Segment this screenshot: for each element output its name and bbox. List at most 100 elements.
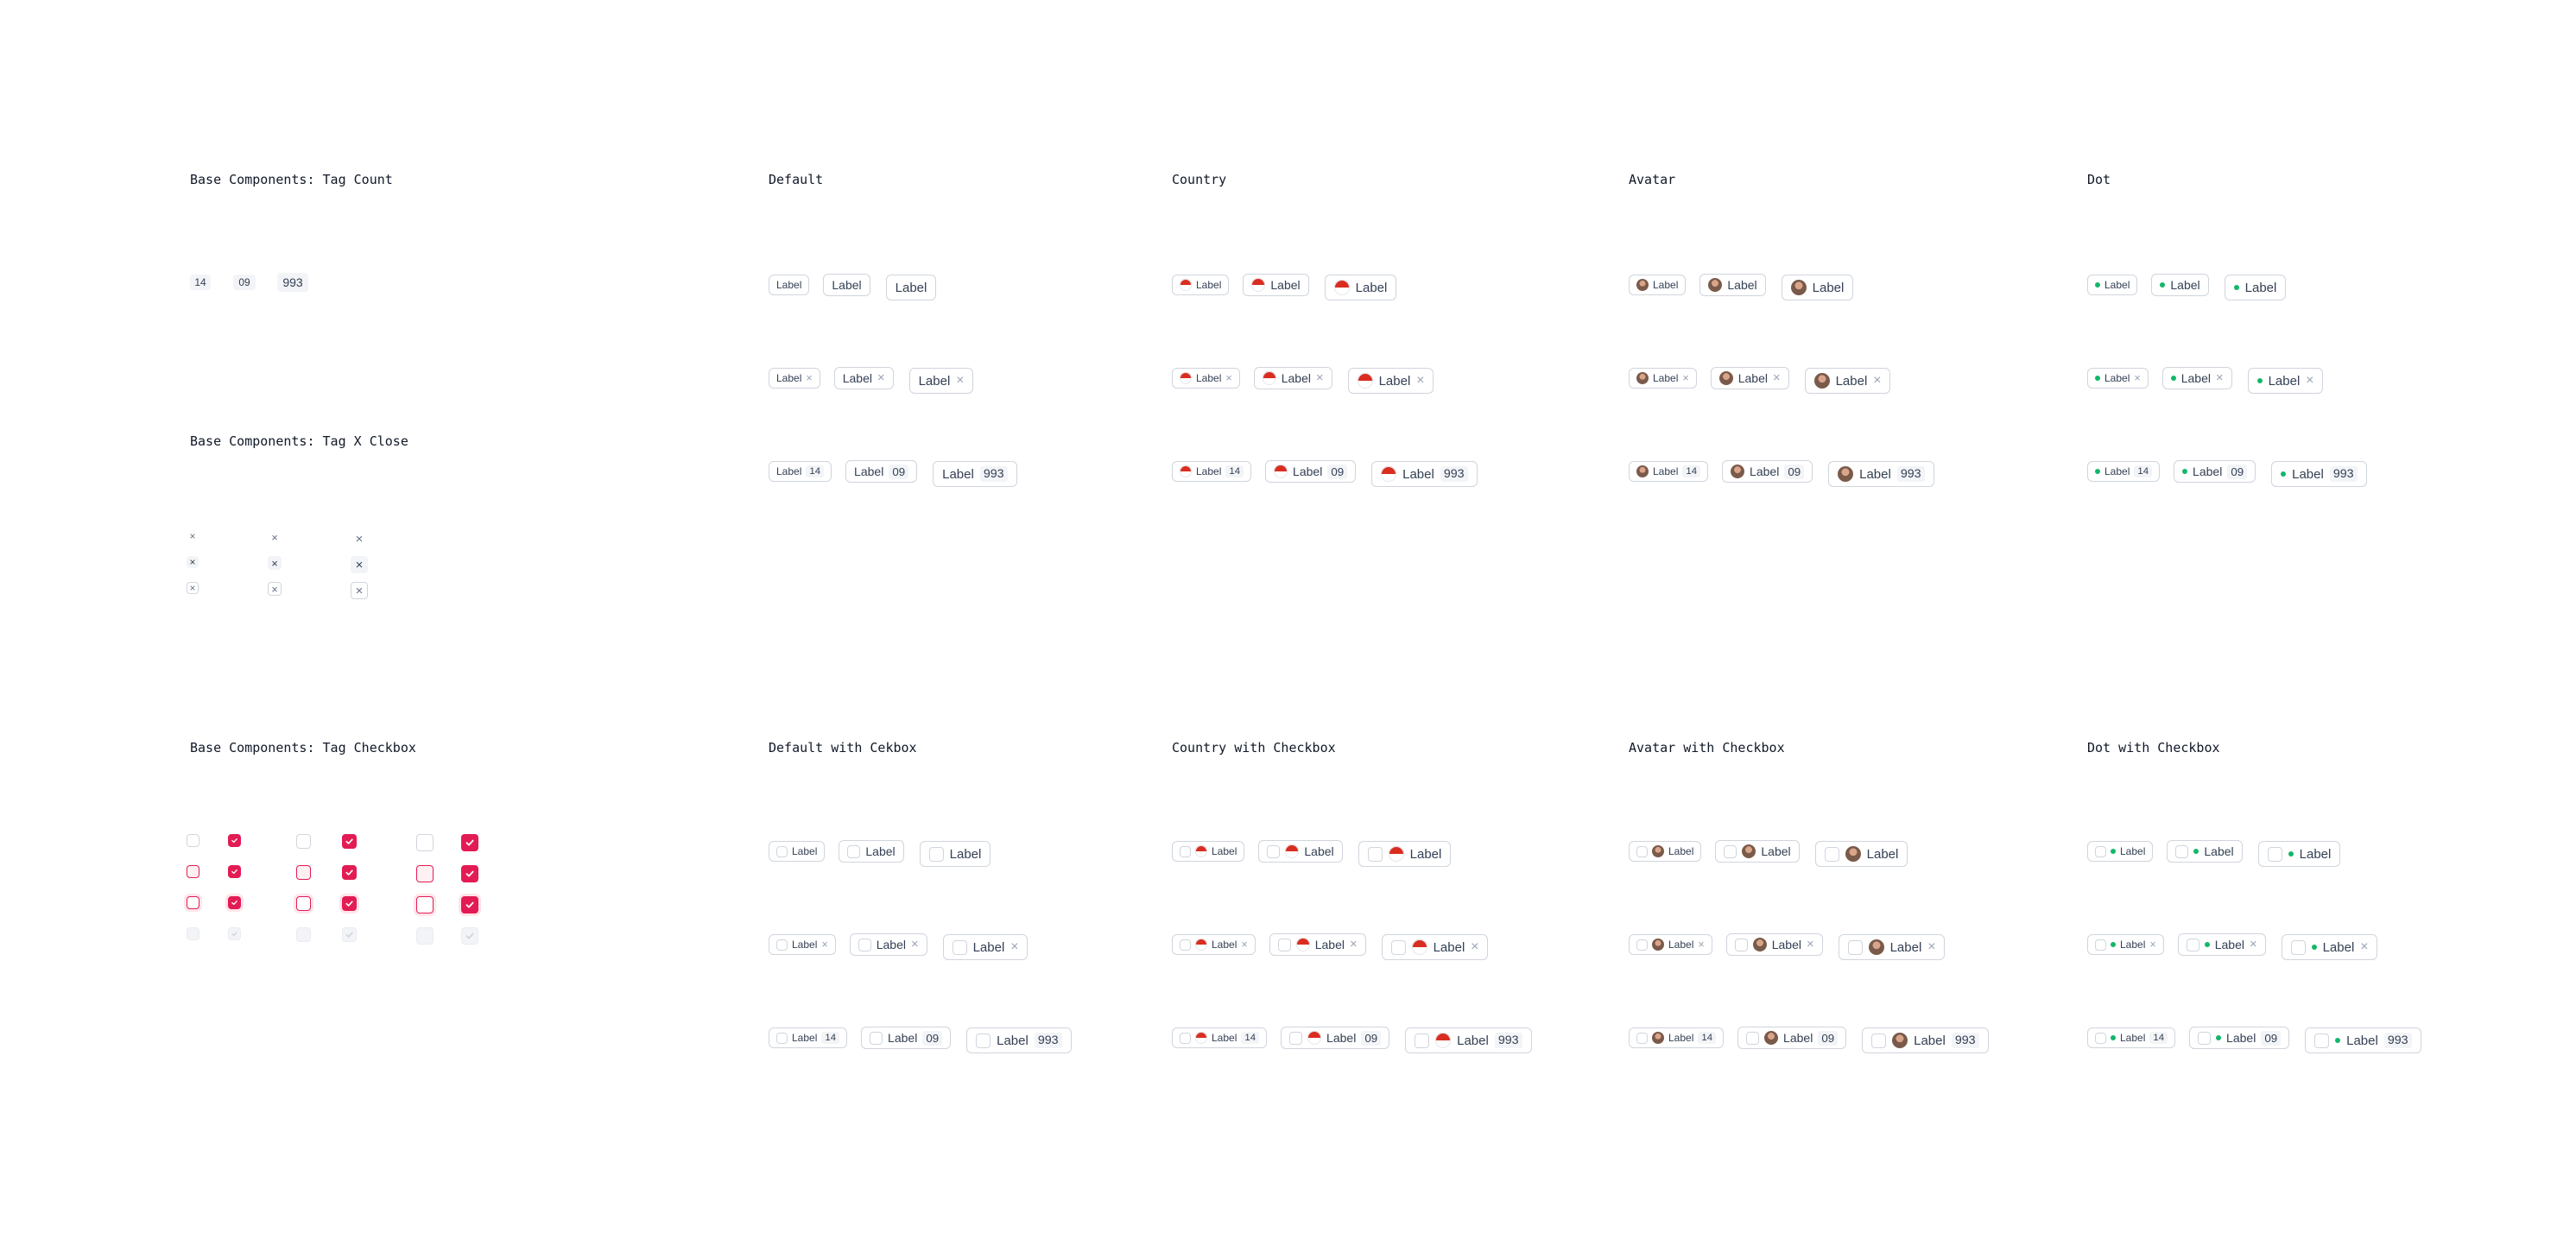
tag-dot-lg-none[interactable]: Label <box>2224 275 2287 300</box>
checkbox-unchecked[interactable] <box>187 865 199 878</box>
tag-country-cb-sm-count[interactable]: Label 14 <box>1172 1027 1268 1048</box>
tag-checkbox[interactable] <box>1180 845 1191 857</box>
tag-checkbox[interactable] <box>976 1033 991 1048</box>
close-icon[interactable]: × <box>1225 373 1231 384</box>
tag-country-cb-lg-none[interactable]: Label <box>1358 841 1452 867</box>
close-icon[interactable]: × <box>1682 373 1688 384</box>
close-icon[interactable]: × <box>1698 939 1704 951</box>
close-icon[interactable]: × <box>351 530 368 547</box>
tag-country-sm-close[interactable]: Label × <box>1172 368 1240 389</box>
tag-avatar-cb-md-count[interactable]: Label 09 <box>1737 1027 1847 1049</box>
tag-checkbox[interactable] <box>2095 1032 2106 1044</box>
tag-dot-lg-count[interactable]: Label 993 <box>2271 461 2367 487</box>
checkbox-checked[interactable] <box>461 834 478 851</box>
tag-checkbox[interactable] <box>2175 844 2189 858</box>
tag-country-cb-sm-close[interactable]: Label × <box>1172 934 1256 955</box>
tag-country-cb-md-none[interactable]: Label <box>1258 840 1343 863</box>
close-icon[interactable]: × <box>1316 371 1324 385</box>
tag-dot-cb-lg-close[interactable]: Label × <box>2281 934 2378 960</box>
tag-default-lg-close[interactable]: Label × <box>908 368 974 394</box>
close-icon[interactable]: × <box>351 582 368 599</box>
tag-checkbox[interactable] <box>1180 939 1191 951</box>
tag-dot-cb-lg-none[interactable]: Label <box>2257 841 2341 867</box>
tag-default-cb-sm-count[interactable]: Label 14 <box>769 1027 848 1048</box>
tag-avatar-cb-lg-count[interactable]: Label 993 <box>1862 1027 1989 1053</box>
tag-checkbox[interactable] <box>2095 939 2106 951</box>
tag-avatar-lg-count[interactable]: Label 993 <box>1828 461 1934 487</box>
checkbox-checked[interactable] <box>461 896 478 913</box>
checkbox-checked[interactable] <box>342 927 357 942</box>
tag-dot-md-none[interactable]: Label <box>2151 274 2209 296</box>
tag-avatar-lg-none[interactable]: Label <box>1781 275 1854 300</box>
tag-default-lg-count[interactable]: Label 993 <box>933 461 1017 487</box>
close-icon[interactable]: × <box>1416 374 1424 388</box>
close-icon[interactable]: × <box>1010 940 1018 954</box>
tag-country-md-none[interactable]: Label <box>1243 274 1309 296</box>
tag-avatar-sm-close[interactable]: Label × <box>1629 368 1697 389</box>
close-icon[interactable]: × <box>2149 939 2155 951</box>
checkbox-checked[interactable] <box>228 865 241 878</box>
tag-default-sm-count[interactable]: Label 14 <box>769 461 832 482</box>
tag-checkbox[interactable] <box>1746 1031 1760 1045</box>
tag-dot-md-count[interactable]: Label 09 <box>2174 460 2256 483</box>
tag-avatar-sm-none[interactable]: Label <box>1629 275 1687 295</box>
tag-dot-cb-lg-count[interactable]: Label 993 <box>2305 1027 2421 1053</box>
tag-checkbox[interactable] <box>2095 845 2106 857</box>
tag-default-cb-lg-close[interactable]: Label × <box>942 934 1029 960</box>
tag-checkbox[interactable] <box>1824 846 1839 862</box>
close-icon[interactable]: × <box>911 938 919 951</box>
checkbox-unchecked[interactable] <box>416 896 434 913</box>
tag-checkbox[interactable] <box>2198 1031 2212 1045</box>
tag-country-cb-md-count[interactable]: Label 09 <box>1281 1027 1390 1049</box>
tag-country-md-close[interactable]: Label × <box>1253 367 1332 389</box>
tag-country-lg-close[interactable]: Label × <box>1347 368 1434 394</box>
tag-country-cb-sm-none[interactable]: Label <box>1172 841 1245 862</box>
tag-checkbox[interactable] <box>1636 939 1648 951</box>
tag-checkbox[interactable] <box>928 846 944 862</box>
close-icon[interactable]: × <box>956 374 964 388</box>
tag-checkbox[interactable] <box>776 939 788 951</box>
close-icon[interactable]: × <box>2360 940 2368 954</box>
tag-avatar-cb-sm-none[interactable]: Label <box>1629 841 1702 862</box>
tag-checkbox[interactable] <box>870 1031 883 1045</box>
tag-avatar-cb-md-close[interactable]: Label × <box>1725 933 1823 956</box>
close-icon[interactable]: × <box>187 556 199 568</box>
tag-avatar-sm-count[interactable]: Label 14 <box>1629 461 1709 482</box>
checkbox-unchecked[interactable] <box>187 896 199 909</box>
tag-avatar-md-count[interactable]: Label 09 <box>1722 460 1813 483</box>
tag-country-md-count[interactable]: Label 09 <box>1265 460 1357 483</box>
tag-checkbox[interactable] <box>1636 845 1648 857</box>
tag-avatar-cb-lg-none[interactable]: Label <box>1814 841 1908 867</box>
tag-default-lg-none[interactable]: Label <box>885 275 937 300</box>
close-icon[interactable]: × <box>351 556 368 573</box>
tag-checkbox[interactable] <box>1277 938 1291 951</box>
tag-checkbox[interactable] <box>847 844 861 858</box>
checkbox-unchecked[interactable] <box>296 927 311 942</box>
checkbox-unchecked[interactable] <box>187 834 199 847</box>
tag-default-md-count[interactable]: Label 09 <box>845 460 918 483</box>
close-icon[interactable]: × <box>268 530 282 544</box>
close-icon[interactable]: × <box>1471 940 1478 954</box>
tag-country-cb-lg-close[interactable]: Label × <box>1381 934 1489 960</box>
close-icon[interactable]: × <box>1873 374 1881 388</box>
close-icon[interactable]: × <box>2306 374 2313 388</box>
tag-dot-sm-count[interactable]: Label 14 <box>2087 461 2161 482</box>
tag-avatar-cb-md-none[interactable]: Label <box>1715 840 1800 863</box>
tag-default-sm-none[interactable]: Label <box>769 275 810 295</box>
tag-checkbox[interactable] <box>776 1032 788 1044</box>
tag-default-cb-md-count[interactable]: Label 09 <box>861 1027 952 1049</box>
tag-dot-cb-sm-count[interactable]: Label 14 <box>2087 1027 2176 1048</box>
tag-dot-cb-sm-close[interactable]: Label × <box>2087 934 2164 955</box>
close-icon[interactable]: × <box>2134 373 2140 384</box>
tag-default-cb-md-close[interactable]: Label × <box>849 933 927 956</box>
checkbox-checked[interactable] <box>342 865 357 880</box>
tag-default-cb-md-none[interactable]: Label <box>839 840 904 863</box>
close-icon[interactable]: × <box>268 582 282 596</box>
close-icon[interactable]: × <box>1350 938 1358 951</box>
close-icon[interactable]: × <box>2250 938 2257 951</box>
tag-dot-sm-none[interactable]: Label <box>2087 275 2138 295</box>
tag-checkbox[interactable] <box>952 939 967 955</box>
tag-country-cb-lg-count[interactable]: Label 993 <box>1405 1027 1532 1053</box>
tag-checkbox[interactable] <box>1289 1031 1303 1045</box>
tag-checkbox[interactable] <box>776 845 788 857</box>
